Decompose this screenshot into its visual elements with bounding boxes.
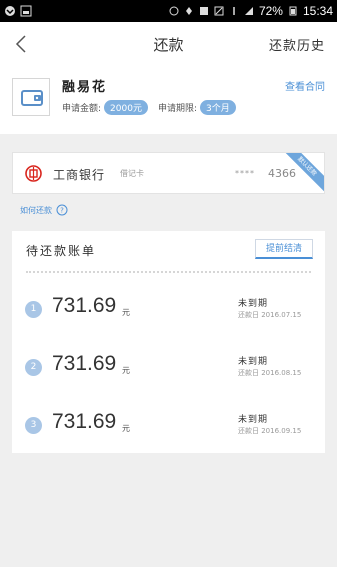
row-index: 2 bbox=[25, 359, 42, 376]
status-bar: 72% 15:34 bbox=[0, 0, 337, 22]
nfc-icon bbox=[199, 7, 208, 15]
location-icon bbox=[185, 7, 192, 15]
battery-icon bbox=[289, 6, 297, 16]
question-icon: ? bbox=[56, 204, 68, 216]
bill-title: 待还款账单 bbox=[26, 244, 97, 258]
bill-row[interactable]: 2 731.69 元 未到期 还款日 2016.08.15 bbox=[12, 347, 325, 403]
early-settle-button[interactable]: 提前结清 bbox=[255, 239, 313, 259]
pending-bill-section: 待还款账单 提前结清 1 731.69 元 未到期 还款日 2016.07.15… bbox=[12, 231, 325, 453]
row-amount: 731.69 bbox=[52, 294, 117, 317]
data-transfer-icon bbox=[233, 7, 235, 15]
bank-card[interactable]: 工商银行 借记卡 **** 4366 默认还款 bbox=[12, 152, 325, 194]
row-due-date: 还款日 2016.08.15 bbox=[238, 369, 302, 377]
battery-percentage: 72% bbox=[258, 4, 283, 18]
row-status: 未到期 bbox=[238, 415, 269, 425]
product-section: 融易花 查看合同 申请金额: 2000元 申请期限: 3个月 bbox=[0, 66, 337, 134]
term-pill: 3个月 bbox=[200, 100, 236, 115]
product-logo bbox=[12, 78, 50, 116]
signal-icon bbox=[244, 7, 253, 15]
amount-label: 申请金额: bbox=[62, 104, 102, 114]
bill-row[interactable]: 3 731.69 元 未到期 还款日 2016.09.15 bbox=[12, 405, 325, 461]
row-amount: 731.69 bbox=[52, 352, 117, 375]
view-contract-link[interactable]: 查看合同 bbox=[285, 78, 325, 93]
clock: 15:34 bbox=[302, 4, 333, 18]
wallet-icon bbox=[21, 90, 43, 106]
nav-bar: 还款 还款历史 bbox=[0, 22, 337, 66]
row-status: 未到期 bbox=[238, 299, 269, 309]
row-unit: 元 bbox=[122, 366, 130, 375]
row-due-date: 还款日 2016.07.15 bbox=[238, 311, 302, 319]
svg-text:?: ? bbox=[60, 207, 64, 215]
row-unit: 元 bbox=[122, 308, 130, 317]
repayment-history-link[interactable]: 还款历史 bbox=[269, 35, 325, 54]
signal-4g-icon bbox=[214, 6, 224, 16]
product-name: 融易花 bbox=[62, 80, 108, 95]
row-unit: 元 bbox=[122, 424, 130, 433]
how-to-repay-link[interactable]: 如何还款 ? bbox=[20, 204, 68, 216]
bill-row[interactable]: 1 731.69 元 未到期 还款日 2016.07.15 bbox=[12, 289, 325, 345]
icbc-logo-icon bbox=[25, 165, 42, 182]
card-number-mask: **** bbox=[235, 169, 255, 178]
divider bbox=[26, 271, 311, 273]
row-amount: 731.69 bbox=[52, 410, 117, 433]
row-due-date: 还款日 2016.09.15 bbox=[238, 427, 302, 435]
card-type: 借记卡 bbox=[120, 169, 144, 178]
image-icon bbox=[20, 5, 32, 17]
bank-name: 工商银行 bbox=[53, 168, 106, 182]
card-last-four: 4366 bbox=[268, 167, 296, 180]
row-status: 未到期 bbox=[238, 357, 269, 367]
how-to-repay-label: 如何还款 bbox=[20, 205, 52, 215]
term-label: 申请期限: bbox=[157, 104, 197, 114]
amount-pill: 2000元 bbox=[104, 100, 148, 115]
notification-icon bbox=[5, 6, 15, 16]
row-index: 1 bbox=[25, 301, 42, 318]
row-index: 3 bbox=[25, 417, 42, 434]
alarm-icon bbox=[169, 6, 179, 16]
product-meta: 申请金额: 2000元 申请期限: 3个月 bbox=[62, 100, 246, 115]
